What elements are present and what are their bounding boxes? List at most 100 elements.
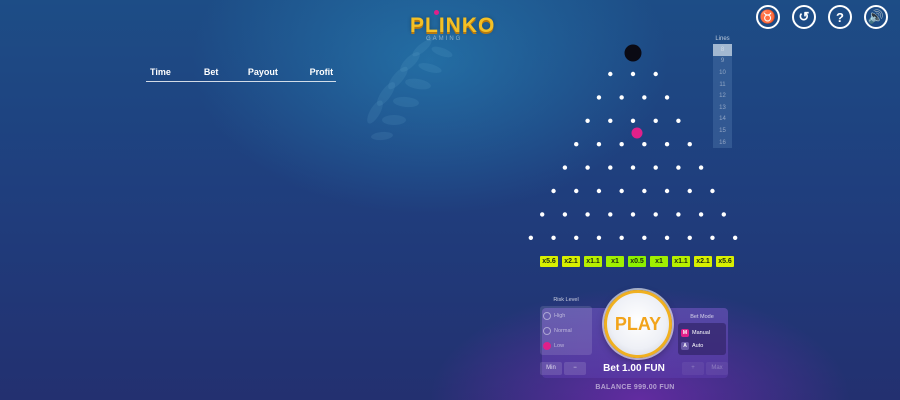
play-label: PLAY — [614, 313, 662, 334]
peg — [664, 95, 670, 100]
lines-option[interactable]: 10 — [713, 67, 732, 79]
bet-mode-label: Bet Mode — [690, 314, 714, 320]
multiplier-slot: x1.1 — [584, 256, 602, 267]
bet-mode-auto[interactable]: A Auto — [681, 339, 723, 352]
lines-option[interactable]: 13 — [713, 102, 732, 114]
peg — [596, 142, 602, 147]
peg — [596, 95, 602, 100]
risk-option-high[interactable]: High — [543, 308, 589, 323]
peg — [619, 95, 624, 100]
peg — [687, 188, 692, 194]
peg — [630, 165, 636, 170]
bet-increase-button[interactable]: + — [682, 361, 704, 375]
peg — [710, 188, 715, 194]
lines-option[interactable]: 9 — [713, 56, 732, 68]
radio-icon — [543, 311, 551, 320]
bet-mode-label: Auto — [692, 342, 704, 349]
peg — [619, 142, 624, 147]
lines-option[interactable]: 16 — [713, 137, 732, 149]
peg — [528, 235, 534, 240]
peg — [653, 212, 658, 217]
peg — [664, 188, 670, 194]
balance-display: BALANCE 999.00 FUN — [595, 384, 675, 391]
mode-key-icon: M — [681, 328, 689, 337]
lines-option[interactable]: 15 — [713, 125, 732, 137]
peg — [562, 212, 568, 217]
bet-decrease-button[interactable]: − — [564, 361, 586, 375]
peg — [551, 188, 556, 194]
ball-launcher — [624, 44, 642, 62]
peg — [608, 71, 613, 77]
peg — [664, 142, 670, 147]
risk-level-selector: Risk Level High Normal Low — [540, 297, 592, 355]
risk-option-label: Normal — [554, 327, 572, 334]
peg — [619, 188, 624, 194]
peg — [596, 235, 602, 240]
bet-mode-manual[interactable]: M Manual — [681, 326, 723, 339]
peg — [642, 235, 647, 240]
peg — [732, 235, 738, 240]
lines-option[interactable]: 12 — [713, 90, 732, 102]
multiplier-slot: x2.1 — [562, 256, 580, 267]
multiplier-slot: x0.5 — [628, 256, 646, 267]
risk-option-low[interactable]: Low — [543, 338, 589, 353]
peg — [630, 212, 636, 217]
multiplier-slot: x5.6 — [540, 256, 558, 267]
peg — [687, 142, 692, 147]
play-button[interactable]: PLAY — [604, 290, 672, 358]
bet-max-button[interactable]: Max — [706, 361, 728, 375]
peg — [608, 212, 613, 217]
peg — [608, 165, 613, 170]
multiplier-slot: x5.6 — [716, 256, 734, 267]
mode-key-icon: A — [681, 341, 689, 350]
peg — [585, 212, 590, 217]
lines-label: Lines — [715, 36, 730, 42]
bet-amount: Bet 1.00 FUN — [603, 362, 665, 374]
peg — [630, 118, 636, 124]
multiplier-row: x5.6 x2.1 x1.1 x1 x0.5 x1 x1.1 x2.1 x5.6 — [540, 256, 734, 267]
risk-option-normal[interactable]: Normal — [543, 323, 589, 338]
peg — [585, 118, 590, 124]
peg — [653, 165, 658, 170]
bet-mode-selector: Bet Mode M Manual A Auto — [678, 314, 726, 355]
peg — [642, 95, 647, 100]
lines-options: 8 9 10 11 12 13 14 15 16 — [713, 44, 732, 149]
peg — [653, 118, 658, 124]
risk-options: High Normal Low — [540, 306, 592, 355]
peg — [642, 188, 647, 194]
plinko-ball — [631, 127, 643, 139]
peg — [653, 71, 658, 77]
lines-option[interactable]: 8 — [713, 44, 732, 56]
peg — [562, 165, 568, 170]
peg — [596, 188, 602, 194]
multiplier-slot: x1 — [606, 256, 624, 267]
risk-option-label: Low — [554, 342, 565, 349]
lines-option[interactable]: 11 — [713, 79, 732, 91]
risk-option-label: High — [554, 312, 566, 319]
peg — [710, 235, 715, 240]
peg — [664, 235, 670, 240]
peg — [619, 235, 624, 240]
control-panel: Risk Level High Normal Low PLAY Bet Mode M… — [538, 288, 728, 378]
peg — [687, 235, 692, 240]
radio-icon — [543, 326, 551, 335]
peg — [574, 235, 579, 240]
peg — [574, 188, 579, 194]
radio-icon — [543, 341, 551, 350]
peg — [676, 118, 681, 124]
lines-selector: Lines 8 9 10 11 12 13 14 15 16 — [713, 36, 732, 149]
peg — [642, 142, 647, 147]
multiplier-slot: x1.1 — [672, 256, 690, 267]
peg — [585, 165, 590, 170]
peg — [698, 212, 704, 217]
bet-mode-label: Manual — [692, 329, 711, 336]
bet-min-button[interactable]: Min — [540, 361, 562, 375]
multiplier-slot: x2.1 — [694, 256, 712, 267]
peg — [551, 235, 556, 240]
peg — [676, 165, 681, 170]
lines-option[interactable]: 14 — [713, 114, 732, 126]
multiplier-slot: x1 — [650, 256, 668, 267]
peg — [608, 118, 613, 124]
peg — [676, 212, 681, 217]
peg — [721, 212, 726, 217]
